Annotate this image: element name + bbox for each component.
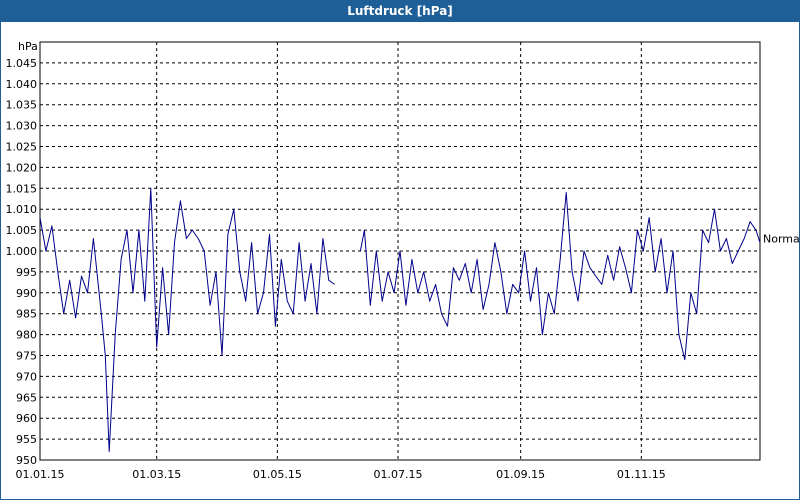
y-tick-label: 960: [16, 412, 37, 425]
y-tick-label: 1.010: [6, 203, 38, 216]
x-tick-label: 01.01.15: [16, 468, 65, 481]
y-tick-label: 1.015: [6, 182, 38, 195]
y-tick-label: 1.045: [6, 57, 38, 70]
x-tick-label: 01.11.15: [617, 468, 666, 481]
x-tick-label: 01.09.15: [496, 468, 545, 481]
y-tick-label: 950: [16, 454, 37, 467]
y-tick-label: 1.025: [6, 141, 38, 154]
y-tick-label: 1.030: [6, 120, 38, 133]
y-tick-label: 1.000: [6, 245, 38, 258]
y-tick-label: 980: [16, 329, 37, 342]
series-lines: [39, 187, 761, 453]
y-tick-label: 965: [16, 391, 37, 404]
x-tick-labels: 01.01.15 01.03.15 01.05.15 01.07.15 01.09.15…: [16, 468, 666, 481]
y-tick-label: 1.020: [6, 161, 38, 174]
y-tick-labels: 950 955 960 965 970 975 980 985 990 995 1.000 1.005…: [6, 57, 38, 467]
y-tick-label: 975: [16, 350, 37, 363]
series-line-1: [39, 187, 335, 453]
y-tick-label: 990: [16, 287, 37, 300]
x-tick-label: 01.03.15: [132, 468, 181, 481]
x-tick-label: 01.05.15: [253, 468, 302, 481]
chart-plot: hPa 950 955 960 965 970 975 980 985 990 995 1.000 1…: [6, 40, 800, 481]
y-tick-label: 970: [16, 370, 37, 383]
y-tick-label: 1.005: [6, 224, 38, 237]
y-tick-label: 995: [16, 266, 37, 279]
y-tick-label: 955: [16, 433, 37, 446]
y-axis-label: hPa: [18, 40, 38, 53]
y-tick-label: 1.035: [6, 99, 38, 112]
y-tick-label: 985: [16, 308, 37, 321]
reference-label: Normal: [763, 232, 800, 245]
x-tick-label: 01.07.15: [374, 468, 423, 481]
y-tick-label: 1.040: [6, 78, 38, 91]
